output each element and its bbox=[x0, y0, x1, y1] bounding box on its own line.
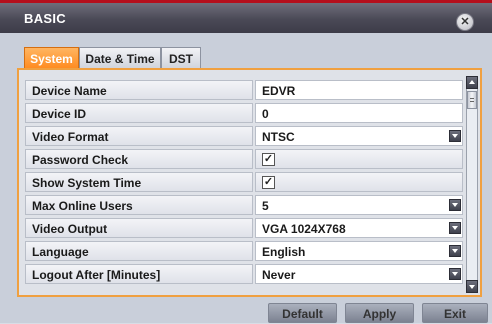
scrollbar-thumb[interactable] bbox=[467, 91, 477, 109]
setting-label: Logout After [Minutes] bbox=[25, 264, 253, 284]
title-bar: BASIC ✕ bbox=[0, 3, 492, 33]
chevron-down-icon[interactable] bbox=[449, 199, 461, 211]
setting-row-device-id: Device ID 0 bbox=[25, 103, 463, 123]
setting-row-video-output: Video Output VGA 1024X768 bbox=[25, 218, 463, 238]
setting-row-language: Language English bbox=[25, 241, 463, 261]
setting-label: Device Name bbox=[25, 80, 253, 100]
vertical-scrollbar[interactable] bbox=[466, 76, 478, 293]
language-select[interactable]: English bbox=[255, 241, 463, 261]
chevron-down-icon[interactable] bbox=[449, 268, 461, 280]
setting-label: Max Online Users bbox=[25, 195, 253, 215]
window-title: BASIC bbox=[24, 11, 66, 26]
tab-date-time[interactable]: Date & Time bbox=[79, 47, 161, 69]
password-check-checkbox[interactable]: ✓ bbox=[262, 153, 275, 166]
arrow-down-icon[interactable] bbox=[466, 280, 478, 293]
settings-panel: Device Name EDVR Device ID 0 Video Forma… bbox=[17, 68, 482, 297]
select-value: English bbox=[262, 245, 306, 259]
password-check-cell: ✓ bbox=[255, 149, 463, 169]
video-output-select[interactable]: VGA 1024X768 bbox=[255, 218, 463, 238]
setting-label: Video Output bbox=[25, 218, 253, 238]
setting-row-show-system-time: Show System Time ✓ bbox=[25, 172, 463, 192]
setting-row-video-format: Video Format NTSC bbox=[25, 126, 463, 146]
basic-settings-window: BASIC ✕ System Date & Time DST Device Na… bbox=[0, 0, 492, 323]
select-value: VGA 1024X768 bbox=[262, 222, 346, 236]
setting-label: Device ID bbox=[25, 103, 253, 123]
arrow-up-icon[interactable] bbox=[466, 76, 478, 89]
max-online-users-select[interactable]: 5 bbox=[255, 195, 463, 215]
close-icon: ✕ bbox=[460, 16, 470, 28]
setting-label: Password Check bbox=[25, 149, 253, 169]
chevron-down-icon[interactable] bbox=[449, 245, 461, 257]
default-button[interactable]: Default bbox=[268, 303, 337, 323]
select-value: NTSC bbox=[262, 130, 295, 144]
close-button[interactable]: ✕ bbox=[456, 13, 474, 31]
select-value: 5 bbox=[262, 199, 269, 213]
apply-button[interactable]: Apply bbox=[345, 303, 414, 323]
setting-row-device-name: Device Name EDVR bbox=[25, 80, 463, 100]
device-id-field[interactable]: 0 bbox=[255, 103, 463, 123]
setting-label: Language bbox=[25, 241, 253, 261]
chevron-down-icon[interactable] bbox=[449, 222, 461, 234]
chevron-down-icon[interactable] bbox=[449, 130, 461, 142]
setting-row-password-check: Password Check ✓ bbox=[25, 149, 463, 169]
show-system-time-cell: ✓ bbox=[255, 172, 463, 192]
logout-after-select[interactable]: Never bbox=[255, 264, 463, 284]
setting-row-logout-after: Logout After [Minutes] Never bbox=[25, 264, 463, 284]
setting-label: Show System Time bbox=[25, 172, 253, 192]
exit-button[interactable]: Exit bbox=[422, 303, 488, 323]
video-format-select[interactable]: NTSC bbox=[255, 126, 463, 146]
select-value: Never bbox=[262, 268, 296, 282]
device-name-field[interactable]: EDVR bbox=[255, 80, 463, 100]
setting-label: Video Format bbox=[25, 126, 253, 146]
setting-row-max-online-users: Max Online Users 5 bbox=[25, 195, 463, 215]
tab-dst[interactable]: DST bbox=[161, 47, 201, 69]
tab-system[interactable]: System bbox=[24, 47, 79, 69]
show-system-time-checkbox[interactable]: ✓ bbox=[262, 176, 275, 189]
